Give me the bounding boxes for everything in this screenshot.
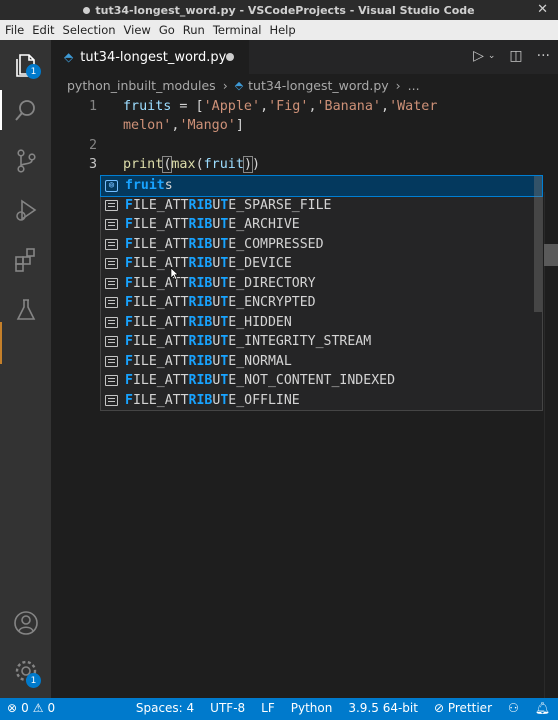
constant-icon	[105, 219, 118, 231]
search-icon[interactable]	[12, 97, 40, 125]
tab-bar: ⬘ tut34-longest_word.py ▷ ⌄ ◫ ···	[51, 40, 558, 74]
line-number: 2	[88, 138, 97, 153]
run-file-icon[interactable]: ▷	[473, 48, 484, 64]
eol-status[interactable]: LF	[261, 701, 275, 715]
status-right-items: Spaces: 4 UTF-8 LF Python 3.9.5 64-bit ⊘…	[136, 701, 550, 715]
close-window-icon[interactable]: ✕	[537, 2, 548, 17]
code-line-1[interactable]: fruits = ['Apple','Fig','Banana','Water	[123, 99, 437, 114]
suggestion-item[interactable]: FILE_ATTRIBUTE_SPARSE_FILE	[101, 196, 542, 216]
split-editor-icon[interactable]: ◫	[509, 48, 522, 64]
constant-icon	[105, 394, 118, 406]
suggestion-item[interactable]: FILE_ATTRIBUTE_HIDDEN	[101, 313, 542, 333]
title-bar: tut34-longest_word.py - VSCodeProjects -…	[0, 0, 558, 20]
python-file-icon: ⬘	[234, 78, 244, 92]
editor-scrollbar-track[interactable]	[544, 192, 558, 720]
suggestion-item[interactable]: FILE_ATTRIBUTE_DEVICE	[101, 254, 542, 274]
testing-flask-icon[interactable]	[12, 296, 40, 324]
suggestion-item[interactable]: FILE_ATTRIBUTE_OFFLINE	[101, 391, 542, 411]
line-number: 3	[88, 157, 97, 172]
breadcrumb: python_inbuilt_modules › ⬘ tut34-longest…	[51, 74, 558, 96]
suggestion-item[interactable]: FILE_ATTRIBUTE_NOT_CONTENT_INDEXED	[101, 371, 542, 391]
suggestion-item[interactable]: FILE_ATTRIBUTE_ARCHIVE	[101, 215, 542, 235]
line-number: 1	[88, 99, 97, 114]
editor-scrollbar-thumb[interactable]	[544, 244, 558, 266]
code-line-1-wrap[interactable]: melon','Mango']	[123, 118, 244, 133]
constant-icon	[105, 258, 118, 270]
python-file-icon: ⬘	[64, 50, 74, 64]
constant-icon	[105, 297, 118, 309]
menu-edit[interactable]: Edit	[32, 23, 54, 37]
feedback-icon[interactable]: ⚇	[508, 701, 519, 715]
active-indicator	[0, 90, 2, 130]
menu-help[interactable]: Help	[269, 23, 295, 37]
prettier-check-icon: ⊘	[433, 701, 445, 715]
suggestion-item[interactable]: FILE_ATTRIBUTE_INTEGRITY_STREAM	[101, 332, 542, 352]
constant-icon	[105, 199, 118, 211]
code-line-3[interactable]: print(max(fruit))	[123, 156, 260, 173]
problems-indicator[interactable]: ⊗ 0 ⚠ 0	[7, 701, 55, 715]
accounts-icon[interactable]	[12, 609, 40, 637]
chevron-right-icon: ›	[395, 77, 401, 93]
indentation-status[interactable]: Spaces: 4	[136, 701, 194, 715]
editor-actions: ▷ ⌄ ◫ ···	[473, 48, 550, 64]
error-icon: ⊗	[7, 701, 18, 715]
menu-run[interactable]: Run	[183, 23, 205, 37]
unsaved-dot-icon[interactable]	[226, 53, 234, 61]
suggestions-scrollbar[interactable]	[534, 176, 542, 312]
drag-indicator	[0, 322, 2, 364]
python-interpreter[interactable]: 3.9.5 64-bit	[348, 701, 418, 715]
menu-go[interactable]: Go	[159, 23, 175, 37]
breadcrumb-folder[interactable]: python_inbuilt_modules	[67, 78, 216, 93]
run-dropdown-chevron-icon[interactable]: ⌄	[488, 51, 496, 61]
chevron-right-icon: ›	[222, 77, 228, 93]
menu-file[interactable]: File	[5, 23, 24, 37]
error-count: 0	[21, 701, 29, 715]
warning-count: 0	[47, 701, 56, 715]
menu-bar: File Edit Selection View Go Run Terminal…	[0, 20, 558, 40]
activity-bar: 1 1	[0, 40, 51, 698]
suggestion-item[interactable]: FILE_ATTRIBUTE_ENCRYPTED	[101, 293, 542, 313]
constant-icon	[105, 277, 118, 289]
menu-selection[interactable]: Selection	[63, 23, 116, 37]
manage-badge: 1	[26, 673, 41, 688]
autocomplete-suggestions: ⊚ fruit s FILE_ATTRIBUTE_SPARSE_FILE FILE…	[100, 175, 543, 411]
suggestion-item[interactable]: FILE_ATTRIBUTE_COMPRESSED	[101, 235, 542, 255]
constant-icon	[105, 238, 118, 250]
menu-terminal[interactable]: Terminal	[213, 23, 262, 37]
menu-view[interactable]: View	[124, 23, 151, 37]
encoding-status[interactable]: UTF-8	[210, 701, 245, 715]
breadcrumb-more[interactable]: ...	[408, 78, 420, 93]
tab-editor-file[interactable]: ⬘ tut34-longest_word.py	[51, 40, 249, 74]
constant-icon	[105, 316, 118, 328]
notifications-bell-icon[interactable]: 🔔︎	[535, 701, 550, 715]
status-bar: ⊗ 0 ⚠ 0 Spaces: 4 UTF-8 LF Python 3.9.5 …	[0, 698, 558, 720]
source-control-icon[interactable]	[12, 147, 40, 175]
suggestion-item[interactable]: ⊚ fruit s	[100, 175, 543, 197]
window-title: tut34-longest_word.py - VSCodeProjects -…	[95, 3, 475, 17]
prettier-status[interactable]: ⊘ Prettier	[434, 701, 492, 715]
unsaved-dot-icon	[83, 6, 91, 14]
suggestion-item[interactable]: FILE_ATTRIBUTE_DIRECTORY	[101, 274, 542, 294]
constant-icon	[105, 355, 118, 367]
breadcrumb-file[interactable]: tut34-longest_word.py	[248, 78, 389, 93]
warning-icon: ⚠	[32, 701, 44, 715]
more-actions-icon[interactable]: ···	[537, 48, 550, 64]
constant-icon	[105, 336, 118, 348]
run-debug-icon[interactable]	[12, 196, 40, 224]
suggestion-item[interactable]: FILE_ATTRIBUTE_NORMAL	[101, 352, 542, 372]
extensions-icon[interactable]	[12, 246, 40, 274]
explorer-badge: 1	[26, 64, 41, 79]
language-mode[interactable]: Python	[291, 701, 333, 715]
variable-icon: ⊚	[105, 179, 118, 192]
mouse-pointer-icon	[170, 267, 178, 280]
constant-icon	[105, 375, 118, 387]
tab-label: tut34-longest_word.py	[80, 49, 227, 65]
